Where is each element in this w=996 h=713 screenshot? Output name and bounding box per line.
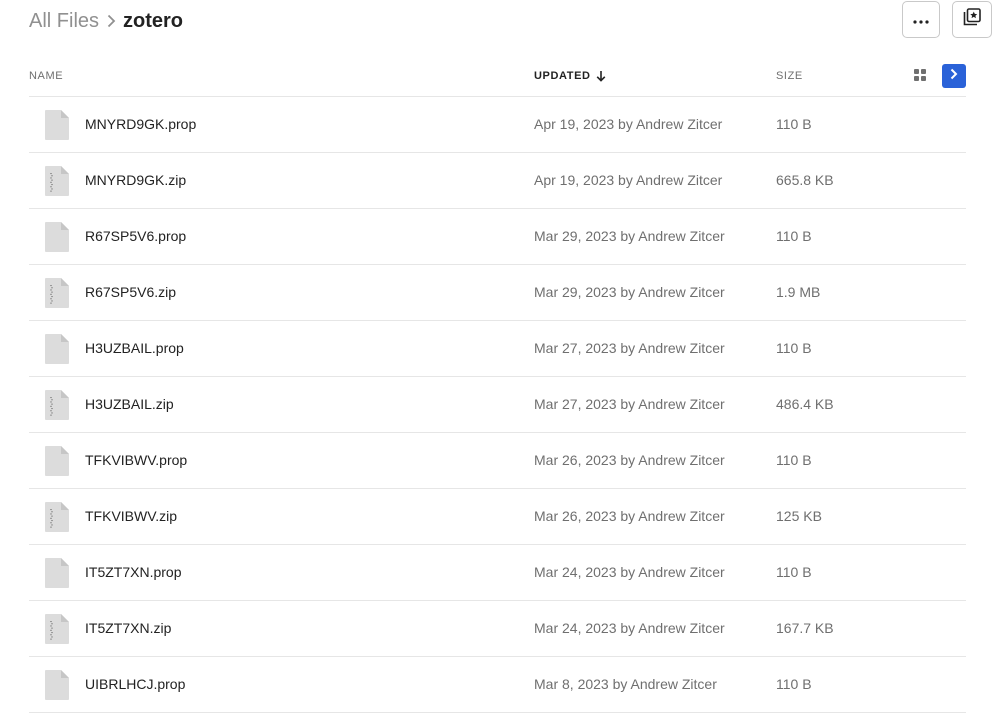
collections-button[interactable] <box>952 1 992 38</box>
file-size: 110 B <box>776 564 812 580</box>
file-icon <box>45 334 69 364</box>
file-name-link[interactable]: TFKVIBWV.prop <box>85 433 187 488</box>
table-row[interactable]: TFKVIBWV.prop Mar 26, 2023 by Andrew Zit… <box>29 433 966 489</box>
file-size: 110 B <box>776 228 812 244</box>
sidebar-toggle-button[interactable] <box>942 64 966 88</box>
file-size: 665.8 KB <box>776 172 834 188</box>
file-updated: Mar 8, 2023 by Andrew Zitcer <box>534 676 717 692</box>
file-icon <box>45 446 69 476</box>
file-icon <box>45 222 69 252</box>
zip-file-icon <box>45 390 69 420</box>
zip-file-icon <box>45 614 69 644</box>
file-icon <box>45 558 69 588</box>
table-row[interactable]: IT5ZT7XN.zip Mar 24, 2023 by Andrew Zitc… <box>29 601 966 657</box>
file-updated: Mar 24, 2023 by Andrew Zitcer <box>534 620 725 636</box>
file-name-link[interactable]: TFKVIBWV.zip <box>85 489 177 544</box>
file-size: 110 B <box>776 116 812 132</box>
column-header-name[interactable]: NAME <box>29 62 63 89</box>
file-icon <box>45 110 69 140</box>
file-updated: Mar 27, 2023 by Andrew Zitcer <box>534 396 725 412</box>
table-row[interactable]: R67SP5V6.prop Mar 29, 2023 by Andrew Zit… <box>29 209 966 265</box>
file-name-link[interactable]: UIBRLHCJ.prop <box>85 657 185 712</box>
more-horizontal-icon <box>913 11 929 29</box>
file-name-link[interactable]: R67SP5V6.prop <box>85 209 186 264</box>
file-size: 167.7 KB <box>776 620 834 636</box>
file-name-link[interactable]: H3UZBAIL.prop <box>85 321 184 376</box>
file-icon <box>45 670 69 700</box>
zip-file-icon <box>45 502 69 532</box>
file-size: 125 KB <box>776 508 822 524</box>
more-options-button[interactable] <box>902 1 940 38</box>
collections-star-icon <box>963 8 981 31</box>
file-size: 110 B <box>776 452 812 468</box>
file-size: 1.9 MB <box>776 284 821 300</box>
table-row[interactable]: H3UZBAIL.zip Mar 27, 2023 by Andrew Zitc… <box>29 377 966 433</box>
column-header-size[interactable]: SIZE <box>776 62 803 89</box>
arrow-down-icon <box>596 70 606 82</box>
file-size: 110 B <box>776 340 812 356</box>
file-updated: Mar 29, 2023 by Andrew Zitcer <box>534 284 725 300</box>
grid-view-icon[interactable] <box>914 69 926 81</box>
file-updated: Mar 27, 2023 by Andrew Zitcer <box>534 340 725 356</box>
file-name-link[interactable]: H3UZBAIL.zip <box>85 377 174 432</box>
zip-file-icon <box>45 278 69 308</box>
table-row[interactable]: UIBRLHCJ.prop Mar 8, 2023 by Andrew Zitc… <box>29 657 966 713</box>
file-name-link[interactable]: R67SP5V6.zip <box>85 265 176 320</box>
table-row[interactable]: R67SP5V6.zip Mar 29, 2023 by Andrew Zitc… <box>29 265 966 321</box>
chevron-right-icon <box>950 67 958 85</box>
file-size: 486.4 KB <box>776 396 834 412</box>
table-row[interactable]: H3UZBAIL.prop Mar 27, 2023 by Andrew Zit… <box>29 321 966 377</box>
table-row[interactable]: MNYRD9GK.prop Apr 19, 2023 by Andrew Zit… <box>29 97 966 153</box>
page-title: zotero <box>123 9 184 32</box>
file-updated: Mar 26, 2023 by Andrew Zitcer <box>534 508 725 524</box>
table-row[interactable]: IT5ZT7XN.prop Mar 24, 2023 by Andrew Zit… <box>29 545 966 601</box>
file-list: MNYRD9GK.prop Apr 19, 2023 by Andrew Zit… <box>29 97 966 713</box>
file-size: 110 B <box>776 676 812 692</box>
file-name-link[interactable]: MNYRD9GK.zip <box>85 153 186 208</box>
file-updated: Mar 29, 2023 by Andrew Zitcer <box>534 228 725 244</box>
table-row[interactable]: TFKVIBWV.zip Mar 26, 2023 by Andrew Zitc… <box>29 489 966 545</box>
file-updated: Apr 19, 2023 by Andrew Zitcer <box>534 116 723 132</box>
column-header-updated[interactable]: UPDATED <box>534 62 606 89</box>
file-name-link[interactable]: IT5ZT7XN.prop <box>85 545 181 600</box>
file-name-link[interactable]: IT5ZT7XN.zip <box>85 601 171 656</box>
file-updated: Mar 24, 2023 by Andrew Zitcer <box>534 564 725 580</box>
file-updated: Apr 19, 2023 by Andrew Zitcer <box>534 172 723 188</box>
file-updated: Mar 26, 2023 by Andrew Zitcer <box>534 452 725 468</box>
breadcrumb: All Files zotero <box>29 6 183 36</box>
table-row[interactable]: MNYRD9GK.zip Apr 19, 2023 by Andrew Zitc… <box>29 153 966 209</box>
zip-file-icon <box>45 166 69 196</box>
chevron-right-icon <box>107 14 116 28</box>
breadcrumb-all-files-link[interactable]: All Files <box>29 10 99 33</box>
file-name-link[interactable]: MNYRD9GK.prop <box>85 97 196 152</box>
file-list-header: NAME UPDATED SIZE <box>29 62 966 97</box>
